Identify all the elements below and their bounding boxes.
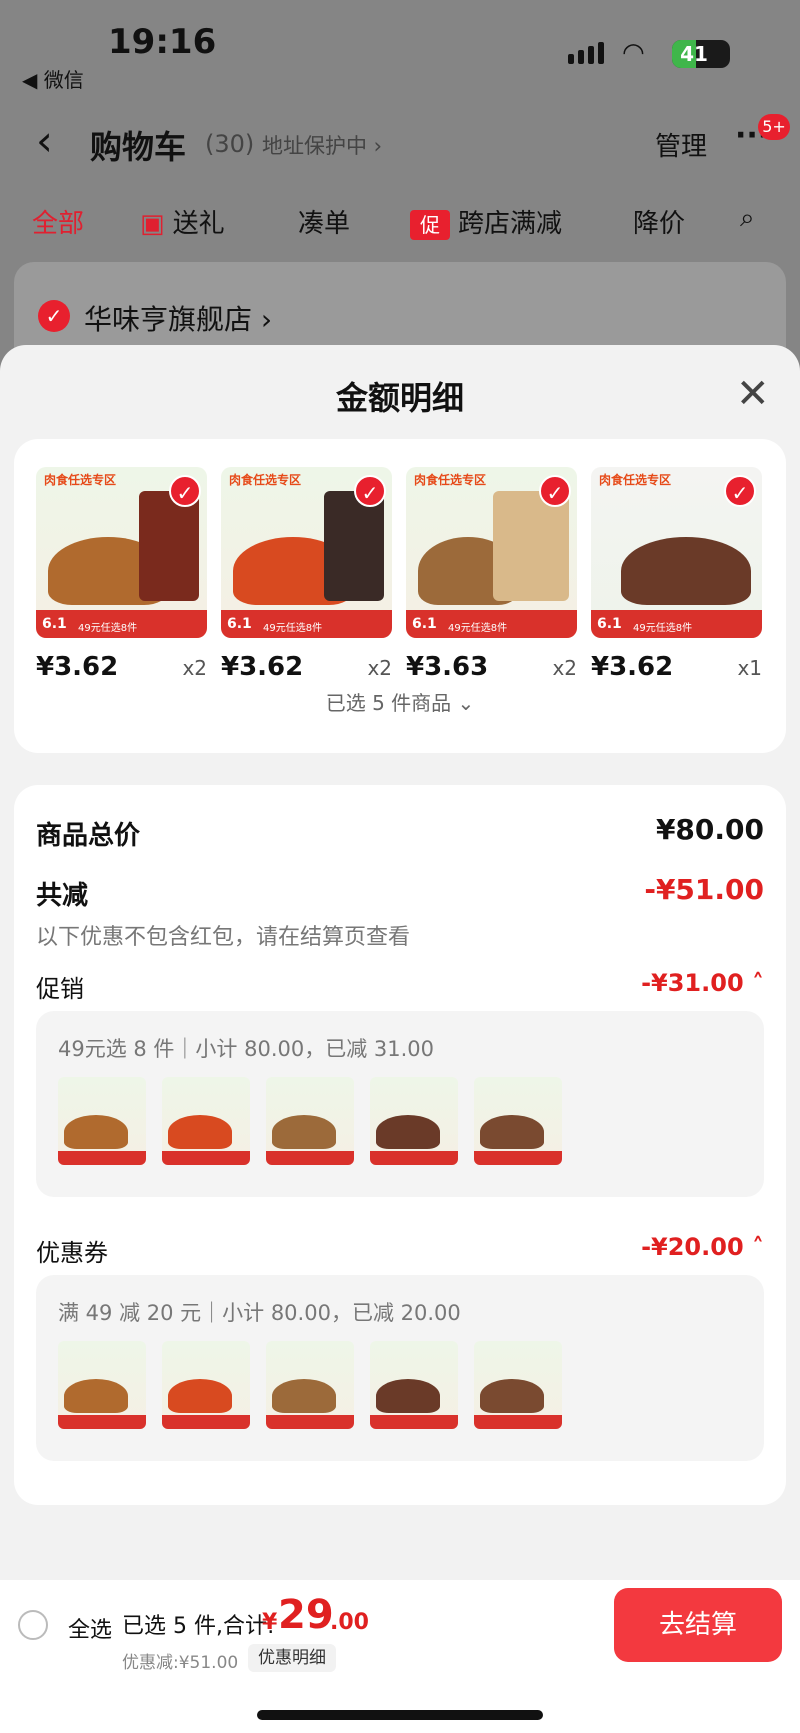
product-thumb	[474, 1341, 562, 1429]
selected-count-toggle[interactable]: 已选 5 件商品 ⌄	[14, 687, 786, 716]
check-icon: ✓	[354, 475, 386, 507]
address-protection[interactable]: 地址保护中 ›	[262, 130, 382, 160]
product-image: 肉食任选专区 49元任选8件 6.1 ✓	[36, 467, 207, 638]
wifi-icon: ◠	[622, 38, 645, 68]
product-zone-label: 肉食任选专区	[44, 473, 117, 487]
total-amount: 29	[278, 1592, 334, 1638]
product-thumb	[370, 1341, 458, 1429]
top-nav: ‹ 购物车 (30) 地址保护中 › 管理 ··· 5+	[0, 110, 800, 180]
product-image: 肉食任选专区 49元任选8件 6.1 ✓	[406, 467, 577, 638]
product-total-label: 商品总价	[36, 821, 141, 851]
product-thumb	[266, 1077, 354, 1165]
tab-cross-store-label: 跨店满减	[458, 209, 563, 239]
tab-gift-label: 送礼	[172, 209, 225, 239]
promo-badge: 促	[410, 209, 450, 240]
promotion-value[interactable]: -¥31.00 ˄	[641, 969, 764, 997]
reduce-label: 共减	[36, 881, 89, 911]
gift-icon: ▣	[140, 209, 165, 239]
back-to-wechat[interactable]: ◀ 微信	[22, 64, 84, 93]
price-detail-card: 商品总价 ¥80.00 共减 -¥51.00 以下优惠不包含红包，请在结算页查看…	[14, 785, 786, 1505]
item-quantity: x2	[182, 656, 207, 680]
select-all-label[interactable]: 全选	[68, 1612, 112, 1644]
product-thumb	[266, 1341, 354, 1429]
item-price: ¥3.62	[221, 652, 304, 682]
goods-item[interactable]: 肉食任选专区 49元任选8件 6.1 ✓ ¥3.62 x2	[221, 467, 392, 690]
status-time: 19:16	[108, 22, 217, 62]
status-bar: 19:16 ◀ 微信 ◠ 41	[0, 0, 800, 95]
promotion-detail-box: 49元选 8 件｜小计 80.00，已减 31.00	[36, 1011, 764, 1197]
discount-amount: 优惠减:¥51.00	[122, 1653, 239, 1673]
product-thumb	[162, 1341, 250, 1429]
select-all-checkbox[interactable]	[18, 1610, 48, 1640]
goods-item[interactable]: 肉食任选专区 49元任选8件 6.1 ✓ ¥3.63 x2	[406, 467, 577, 690]
signal-icon	[568, 42, 604, 64]
product-promo-label: 49元任选8件	[448, 623, 508, 634]
product-thumb	[162, 1077, 250, 1165]
store-checkbox[interactable]: ✓	[38, 300, 70, 332]
amount-detail-sheet: 金额明细 ✕ 肉食任选专区 49元任选8件 6.1 ✓ ¥3.62 x2 肉食任…	[0, 345, 800, 1645]
product-promo-label: 49元任选8件	[263, 623, 323, 634]
goods-list: 肉食任选专区 49元任选8件 6.1 ✓ ¥3.62 x2 肉食任选专区 49元…	[36, 467, 762, 690]
item-quantity: x1	[737, 656, 762, 680]
product-promo-label: 49元任选8件	[78, 623, 138, 634]
product-total-value: ¥80.00	[655, 813, 764, 846]
page-title: 购物车	[90, 128, 187, 166]
close-icon[interactable]: ✕	[736, 371, 770, 417]
store-name[interactable]: 华味亨旗舰店 ›	[84, 298, 272, 338]
item-quantity: x2	[367, 656, 392, 680]
battery-level: 41	[680, 42, 708, 66]
goods-item[interactable]: 肉食任选专区 49元任选8件 6.1 ✓ ¥3.62 x2	[36, 467, 207, 690]
discount-detail-button[interactable]: 优惠明细	[248, 1644, 336, 1672]
coupon-value[interactable]: -¥20.00 ˄	[641, 1233, 764, 1261]
tab-all[interactable]: 全部	[32, 203, 84, 240]
goods-card: 肉食任选专区 49元任选8件 6.1 ✓ ¥3.62 x2 肉食任选专区 49元…	[14, 439, 786, 753]
battery-icon: 41	[672, 40, 730, 68]
total-currency: ¥	[262, 1610, 278, 1635]
checkout-button[interactable]: 去结算	[614, 1588, 782, 1662]
check-icon: ✓	[169, 475, 201, 507]
coupon-detail-box: 满 49 减 20 元｜小计 80.00，已减 20.00	[36, 1275, 764, 1461]
goods-item[interactable]: 肉食任选专区 49元任选8件 6.1 ✓ ¥3.62 x1	[591, 467, 762, 690]
check-icon: ✓	[539, 475, 571, 507]
tab-bundle[interactable]: 凑单	[298, 203, 350, 240]
reduce-note: 以下优惠不包含红包，请在结算页查看	[36, 925, 411, 950]
more-badge: 5+	[758, 114, 790, 140]
product-zone-label: 肉食任选专区	[414, 473, 487, 487]
item-price: ¥3.62	[591, 652, 674, 682]
tab-price-drop[interactable]: 降价	[633, 203, 685, 240]
tab-cross-store[interactable]: 促跨店满减	[410, 203, 562, 240]
product-thumb	[58, 1077, 146, 1165]
item-price: ¥3.62	[36, 652, 119, 682]
item-price: ¥3.63	[406, 652, 489, 682]
product-thumb	[58, 1341, 146, 1429]
search-icon[interactable]: ⌕	[740, 203, 755, 234]
cart-count: (30)	[205, 130, 255, 158]
home-indicator	[257, 1710, 543, 1720]
promotion-thumbs	[58, 1077, 562, 1165]
item-quantity: x2	[552, 656, 577, 680]
checkout-bar: 全选 已选 5 件,合计: ¥ 29 .00 优惠减:¥51.00 优惠明细 去…	[0, 1580, 800, 1733]
product-image: 肉食任选专区 49元任选8件 6.1 ✓	[221, 467, 392, 638]
product-zone-label: 肉食任选专区	[229, 473, 302, 487]
sheet-title: 金额明细	[335, 379, 464, 417]
manage-button[interactable]: 管理	[655, 126, 707, 163]
product-zone-label: 肉食任选专区	[599, 473, 672, 487]
filter-tabs: 全部 ▣ 送礼 凑单 促跨店满减 降价 ⌕	[0, 195, 800, 245]
coupon-detail-text: 满 49 减 20 元｜小计 80.00，已减 20.00	[58, 1301, 461, 1325]
selected-summary: 已选 5 件,合计:	[122, 1614, 275, 1639]
product-thumb	[474, 1077, 562, 1165]
check-icon: ✓	[724, 475, 756, 507]
coupon-thumbs	[58, 1341, 562, 1429]
product-promo-label: 49元任选8件	[633, 623, 693, 634]
promotion-label: 促销	[36, 975, 84, 1003]
reduce-total-value: -¥51.00	[644, 873, 764, 906]
tab-gift[interactable]: ▣ 送礼	[140, 203, 225, 240]
back-arrow-icon[interactable]: ‹	[36, 116, 53, 165]
product-thumb	[370, 1077, 458, 1165]
coupon-label: 优惠券	[36, 1239, 108, 1267]
product-image: 肉食任选专区 49元任选8件 6.1 ✓	[591, 467, 762, 638]
total-decimal: .00	[330, 1610, 369, 1635]
promotion-detail-text: 49元选 8 件｜小计 80.00，已减 31.00	[58, 1037, 435, 1061]
